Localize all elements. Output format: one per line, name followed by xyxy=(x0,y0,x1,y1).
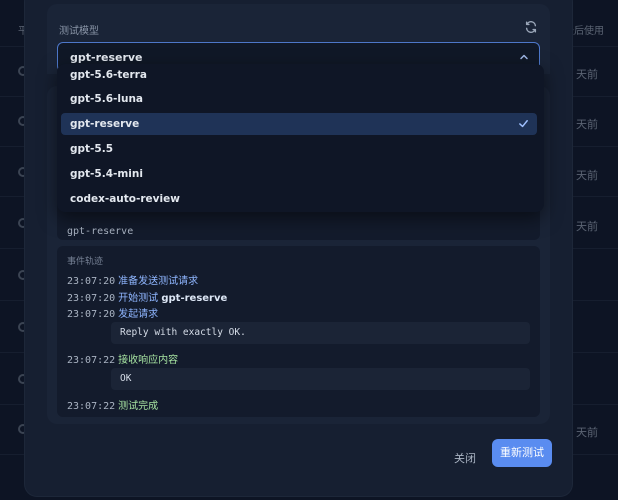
event-message: 接收响应内容 xyxy=(118,355,179,366)
dropdown-option-label: gpt-reserve xyxy=(70,118,140,130)
response-body: OK xyxy=(111,368,530,390)
event-message: 发起请求 xyxy=(118,309,159,320)
bg-days: 天前 xyxy=(576,169,598,182)
event-message: 开始测试 xyxy=(118,293,159,304)
dropdown-option-selected[interactable]: gpt-reserve xyxy=(61,113,537,135)
dropdown-option[interactable]: gpt-5.5 xyxy=(61,138,537,160)
event-message: 准备发送测试请求 xyxy=(118,276,199,287)
close-button[interactable]: 关闭 xyxy=(443,447,487,471)
event-time: 23:07:20 xyxy=(67,276,116,287)
event-row: 23:07:22 接收响应内容 xyxy=(67,351,178,366)
bg-days: 天前 xyxy=(576,220,598,233)
check-icon xyxy=(519,120,528,128)
event-row: 23:07:20 准备发送测试请求 xyxy=(67,272,198,287)
bg-days: 天前 xyxy=(576,426,598,439)
retest-button[interactable]: 重新测试 xyxy=(492,439,552,467)
request-body: Reply with exactly OK. xyxy=(111,322,530,344)
event-time: 23:07:20 xyxy=(67,293,116,304)
event-row: 23:07:20 发起请求 xyxy=(67,305,158,320)
inner-model-name: gpt-reserve xyxy=(67,226,134,237)
dropdown-option[interactable]: gpt-5.6-luna xyxy=(61,88,537,110)
event-message: 测试完成 xyxy=(118,401,159,412)
bg-days: 天前 xyxy=(576,118,598,131)
test-model-modal: 测试模型 gpt-reserve gpt-reserve 事件轨迹 23:07:… xyxy=(25,0,572,496)
dropdown-option[interactable]: codex-auto-review xyxy=(61,188,537,210)
event-row: 23:07:20 开始测试 gpt-reserve xyxy=(67,289,227,304)
event-model: gpt-reserve xyxy=(161,293,228,304)
refresh-icon[interactable] xyxy=(524,20,538,34)
dropdown-option[interactable]: gpt-5.4-mini xyxy=(61,163,537,185)
event-row: 23:07:22 测试完成 xyxy=(67,397,158,412)
event-time: 23:07:22 xyxy=(67,401,116,412)
event-log-title: 事件轨迹 xyxy=(67,257,104,267)
event-time: 23:07:22 xyxy=(67,355,116,366)
chevron-up-icon xyxy=(520,54,528,60)
bg-days: 天前 xyxy=(576,68,598,81)
event-log: 事件轨迹 23:07:20 准备发送测试请求 23:07:20 开始测试 gpt-r… xyxy=(57,246,540,417)
model-dropdown-menu: gpt-5.6-terra gpt-5.6-luna gpt-reserve g… xyxy=(57,64,544,212)
model-label: 测试模型 xyxy=(59,26,99,37)
model-select-value: gpt-reserve xyxy=(70,51,143,64)
event-time: 23:07:20 xyxy=(67,309,116,320)
dropdown-option[interactable]: gpt-5.6-terra xyxy=(61,64,537,86)
